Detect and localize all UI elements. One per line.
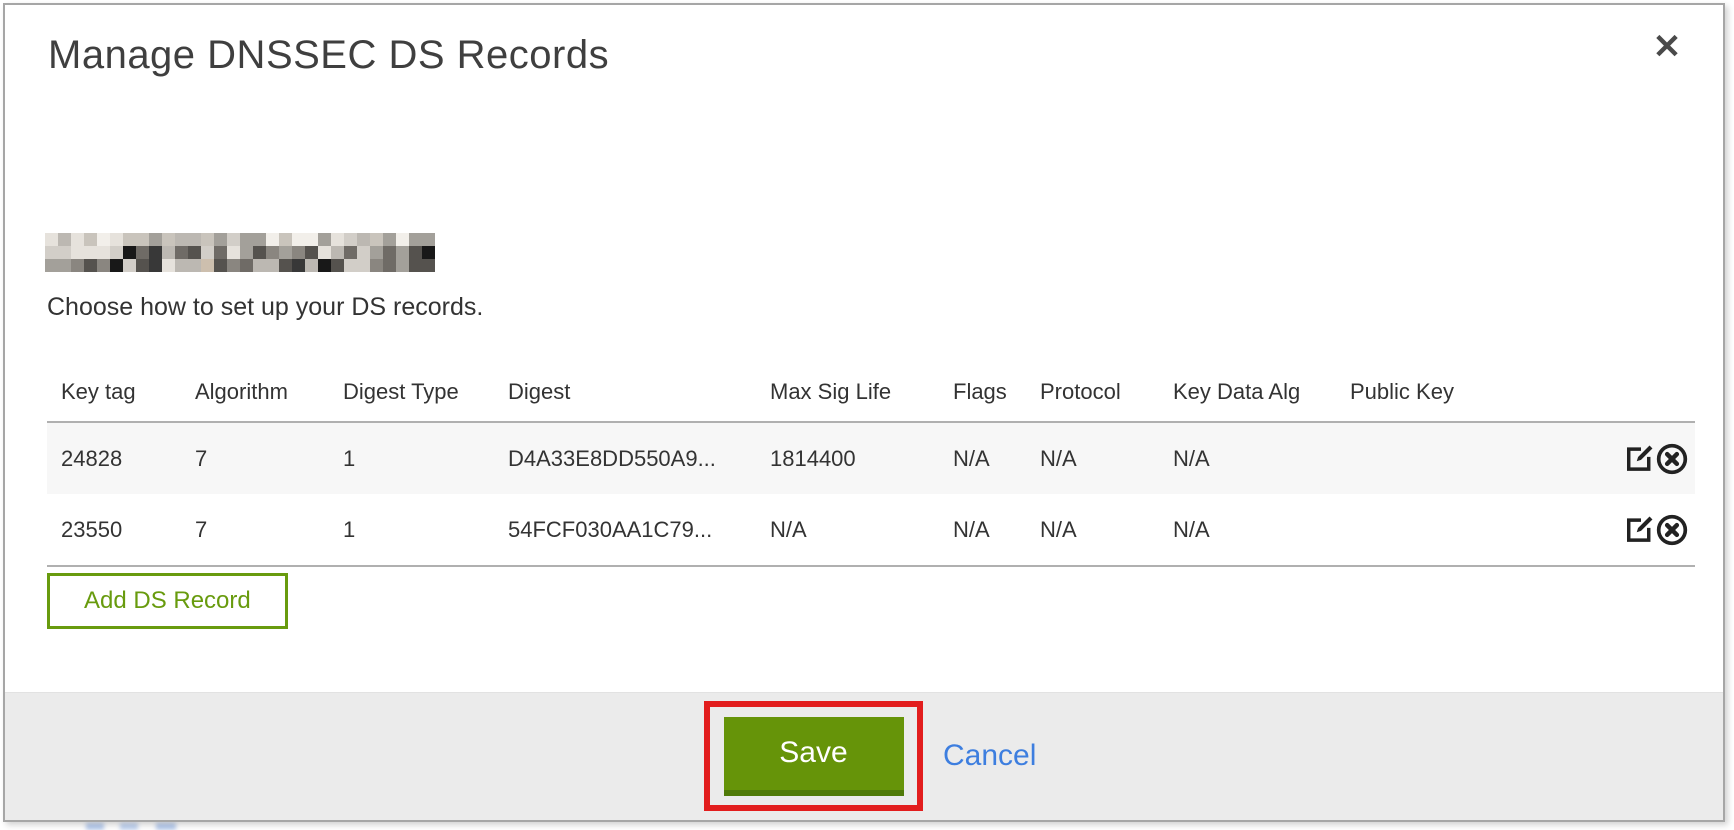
dialog-footer: Save Cancel (5, 692, 1723, 820)
cell-key-data-alg: N/A (1159, 422, 1336, 494)
header-flags: Flags (939, 365, 1026, 422)
cell-max-sig-life: 1814400 (756, 422, 939, 494)
cell-key-tag: 24828 (47, 422, 181, 494)
header-digest-type: Digest Type (329, 365, 494, 422)
cell-digest: D4A33E8DD550A9... (494, 422, 756, 494)
instruction-text: Choose how to set up your DS records. (47, 293, 483, 322)
delete-record-icon[interactable] (1655, 513, 1689, 547)
header-max-sig-life: Max Sig Life (756, 365, 939, 422)
header-key-data-alg: Key Data Alg (1159, 365, 1336, 422)
dialog-title: Manage DNSSEC DS Records (48, 33, 609, 78)
save-button[interactable]: Save (724, 717, 904, 796)
table-header-row: Key tag Algorithm Digest Type Digest Max… (47, 365, 1695, 422)
delete-record-icon[interactable] (1655, 442, 1689, 476)
cell-key-tag: 23550 (47, 494, 181, 566)
cell-protocol: N/A (1026, 494, 1159, 566)
header-public-key: Public Key (1336, 365, 1581, 422)
cancel-link[interactable]: Cancel (943, 739, 1036, 773)
cell-key-data-alg: N/A (1159, 494, 1336, 566)
redacted-domain (45, 233, 435, 272)
edit-record-icon[interactable] (1623, 514, 1655, 546)
manage-dnssec-dialog: Manage DNSSEC DS Records ✕ Choose how to… (3, 3, 1725, 822)
cell-protocol: N/A (1026, 422, 1159, 494)
cell-public-key (1336, 494, 1581, 566)
add-ds-record-button[interactable]: Add DS Record (47, 573, 288, 629)
background-content-hint (86, 823, 176, 830)
cell-digest-type: 1 (329, 494, 494, 566)
cell-flags: N/A (939, 422, 1026, 494)
header-actions (1581, 365, 1695, 422)
cell-flags: N/A (939, 494, 1026, 566)
cell-digest-type: 1 (329, 422, 494, 494)
ds-records-table: Key tag Algorithm Digest Type Digest Max… (47, 365, 1695, 567)
row-actions (1581, 422, 1695, 494)
close-icon[interactable]: ✕ (1645, 25, 1689, 69)
header-key-tag: Key tag (47, 365, 181, 422)
table-row: 24828 7 1 D4A33E8DD550A9... 1814400 N/A … (47, 422, 1695, 494)
header-digest: Digest (494, 365, 756, 422)
table-row: 23550 7 1 54FCF030AA1C79... N/A N/A N/A … (47, 494, 1695, 566)
header-protocol: Protocol (1026, 365, 1159, 422)
ds-records-table-wrap: Key tag Algorithm Digest Type Digest Max… (47, 365, 1695, 567)
cell-algorithm: 7 (181, 494, 329, 566)
edit-record-icon[interactable] (1623, 443, 1655, 475)
header-algorithm: Algorithm (181, 365, 329, 422)
row-actions (1581, 494, 1695, 566)
annotation-highlight-box: Save (704, 701, 923, 811)
screenshot-stage: Manage DNSSEC DS Records ✕ Choose how to… (0, 0, 1734, 830)
cell-algorithm: 7 (181, 422, 329, 494)
cell-max-sig-life: N/A (756, 494, 939, 566)
cell-digest: 54FCF030AA1C79... (494, 494, 756, 566)
cell-public-key (1336, 422, 1581, 494)
